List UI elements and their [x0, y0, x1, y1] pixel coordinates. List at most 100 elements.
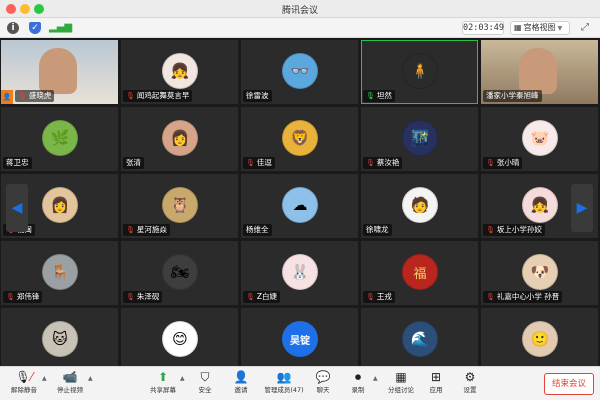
participant-name: 郑伟锋 [16, 292, 40, 301]
participant-name: 盛晓虎 [28, 91, 52, 100]
participant-name: 坂上小学孙姣 [496, 225, 542, 234]
participant-tile[interactable]: 🐷 🎙 张小晴 [481, 107, 598, 171]
participant-tile[interactable]: 🌊 [361, 308, 478, 372]
participant-tile[interactable]: 🌿 蒋卫忠 [1, 107, 118, 171]
participant-name: 张清 [126, 158, 141, 167]
security-label: 安全 [198, 386, 212, 394]
participant-name: 礼嘉中心小学 孙晋 [496, 292, 560, 301]
record-label: 录制 [351, 386, 365, 394]
record-icon: ⏺ [354, 370, 361, 384]
chat-label: 聊天 [316, 386, 330, 394]
microphone-muted-icon: 🎙 [366, 293, 375, 301]
participant-name-tag: 🎙 坂上小学孙姣 [483, 224, 545, 236]
microphone-muted-icon: 🎙 [18, 92, 27, 100]
unmute-button[interactable]: 🎙⁄ 解除静音 [4, 369, 44, 399]
participant-tile[interactable]: 🦁 🎙 佳逗 [241, 107, 358, 171]
participant-avatar: 🪑 [42, 254, 78, 290]
invite-label: 邀请 [234, 386, 248, 394]
participant-tile[interactable]: 👧 🎙 闻鸡起舞莫言早 [121, 40, 238, 104]
view-mode-dropdown[interactable]: ▦ 宫格视图 ▼ [510, 21, 570, 35]
settings-button[interactable]: ⚙ 设置 [450, 369, 490, 399]
microphone-muted-icon: 🎙 [486, 226, 495, 234]
previous-page-button[interactable]: ◀ [6, 184, 28, 232]
participant-tile[interactable]: 🙂 [481, 308, 598, 372]
participant-name: 王戎 [376, 292, 392, 301]
participant-tile[interactable]: 🧑 徐啸龙 [361, 174, 478, 238]
participant-name-tag: 潘家小学秦旭峰 [483, 90, 542, 102]
participant-name: 张小晴 [496, 158, 520, 167]
chat-button[interactable]: 💬 聊天 [303, 369, 343, 399]
participant-name: Z白婕 [256, 292, 278, 301]
participant-name-tag: 🎙 盛晓虎 [15, 90, 55, 102]
participant-avatar: 🐶 [522, 254, 558, 290]
participant-name-tag: 杨维全 [243, 224, 272, 236]
microphone-active-icon: 🎙 [366, 92, 375, 100]
participant-name-tag: 🎙 Z白婕 [243, 291, 281, 303]
participant-name-tag: 🎙 郑伟锋 [3, 291, 43, 303]
participant-tile[interactable]: 🌃 🎙 蔡汝艳 [361, 107, 478, 171]
meeting-info-icon[interactable]: i [7, 22, 19, 34]
participant-tile[interactable]: ☁ 杨维全 [241, 174, 358, 238]
invite-button[interactable]: 👤 邀请 [221, 369, 261, 399]
video-options-chevron-icon[interactable]: ▲ [88, 375, 93, 382]
record-options-chevron-icon[interactable]: ▲ [373, 375, 378, 382]
participant-name-tag: 🎙 闻鸡起舞莫言早 [123, 90, 193, 102]
participant-name-tag: 🎙 蔡汝艳 [363, 157, 403, 169]
security-shield-icon[interactable]: ✓ [29, 22, 41, 34]
share-options-chevron-icon[interactable]: ▲ [180, 375, 185, 382]
stop-video-button[interactable]: 📹 停止视频 [50, 369, 90, 399]
participant-tile[interactable]: 👩 张清 [121, 107, 238, 171]
participant-tile[interactable]: 潘家小学秦旭峰 [481, 40, 598, 104]
participant-tile[interactable]: 🧍 🎙 坦然 [361, 40, 478, 104]
security-button[interactable]: ⛉ 安全 [185, 369, 225, 399]
participant-name-tag: 🎙 佳逗 [243, 157, 275, 169]
participant-name: 朱泽砚 [136, 292, 160, 301]
participant-name: 徐啸龙 [366, 225, 389, 234]
participant-avatar: 🦉 [162, 187, 198, 223]
breakout-rooms-button[interactable]: ▦ 分组讨论 [381, 369, 421, 399]
host-badge-icon: 👤 [1, 90, 13, 104]
participant-name-tag: 🎙 星河施焱 [123, 224, 170, 236]
window-title: 腾讯会议 [281, 6, 318, 16]
share-screen-button[interactable]: ⬆ 共享屏幕 [143, 369, 183, 399]
meeting-window: 腾讯会议 i ✓ ▂▄▆ 02:03:49 ▦ 宫格视图 ▼ ⤢ 👤 🎙 盛晓虎 👧 🎙 闻鸡… [0, 0, 600, 400]
participant-name-tag: 🎙 王戎 [363, 291, 395, 303]
participant-name: 徐雷波 [246, 91, 269, 100]
participant-avatar: 👩 [162, 120, 198, 156]
manage-members-button[interactable]: 👥 管理成员(47) [262, 369, 306, 399]
next-page-button[interactable]: ▶ [571, 184, 593, 232]
end-meeting-button[interactable]: 结束会议 [544, 373, 594, 395]
stop-video-label: 停止视频 [57, 386, 83, 394]
fullscreen-button[interactable]: ⤢ [579, 22, 591, 34]
participant-tile[interactable]: 👤 🎙 盛晓虎 [1, 40, 118, 104]
participant-tile[interactable]: 吴锭 [241, 308, 358, 372]
participant-tile[interactable]: 😊 [121, 308, 238, 372]
participant-tile[interactable]: 🪑 🎙 郑伟锋 [1, 241, 118, 305]
participant-name: 蒋卫忠 [6, 158, 29, 167]
shield-icon: ⛉ [200, 370, 210, 384]
participant-tile[interactable]: 👓 徐雷波 [241, 40, 358, 104]
participant-avatar: 🦁 [282, 120, 318, 156]
participant-avatar: 🌿 [42, 120, 78, 156]
microphone-muted-icon: 🎙 [246, 293, 255, 301]
participant-tile[interactable]: 🦉 🎙 星河施焱 [121, 174, 238, 238]
participant-tile[interactable]: 福 🎙 王戎 [361, 241, 478, 305]
participant-name-tag: 徐雷波 [243, 90, 272, 102]
video-grid: 👤 🎙 盛晓虎 👧 🎙 闻鸡起舞莫言早 👓 徐雷波 🧍 🎙 坦然 潘家小学秦旭峰 🌿 蒋卫忠 👩 张清 🦁 🎙 佳逗… [0, 38, 600, 372]
participant-avatar: 👧 [162, 53, 198, 89]
microphone-muted-icon: 🎙 [126, 92, 135, 100]
record-button[interactable]: ⏺ 录制 [338, 369, 378, 399]
settings-label: 设置 [463, 386, 477, 394]
participant-tile[interactable]: 🐰 🎙 Z白婕 [241, 241, 358, 305]
person-silhouette [519, 48, 557, 94]
network-signal-icon[interactable]: ▂▄▆ [49, 22, 72, 34]
participant-tile[interactable]: 🐶 🎙 礼嘉中心小学 孙晋 [481, 241, 598, 305]
share-screen-icon: ⬆ [157, 370, 169, 384]
participant-tile[interactable]: 🐱 [1, 308, 118, 372]
microphone-muted-icon: 🎙⁄ [15, 370, 33, 384]
manage-members-label: 管理成员(47) [264, 386, 304, 394]
gear-icon: ⚙ [464, 370, 476, 384]
audio-options-chevron-icon[interactable]: ▲ [42, 375, 47, 382]
participant-tile[interactable]: 🏍 🎙 朱泽砚 [121, 241, 238, 305]
participant-name: 坦然 [376, 91, 392, 100]
